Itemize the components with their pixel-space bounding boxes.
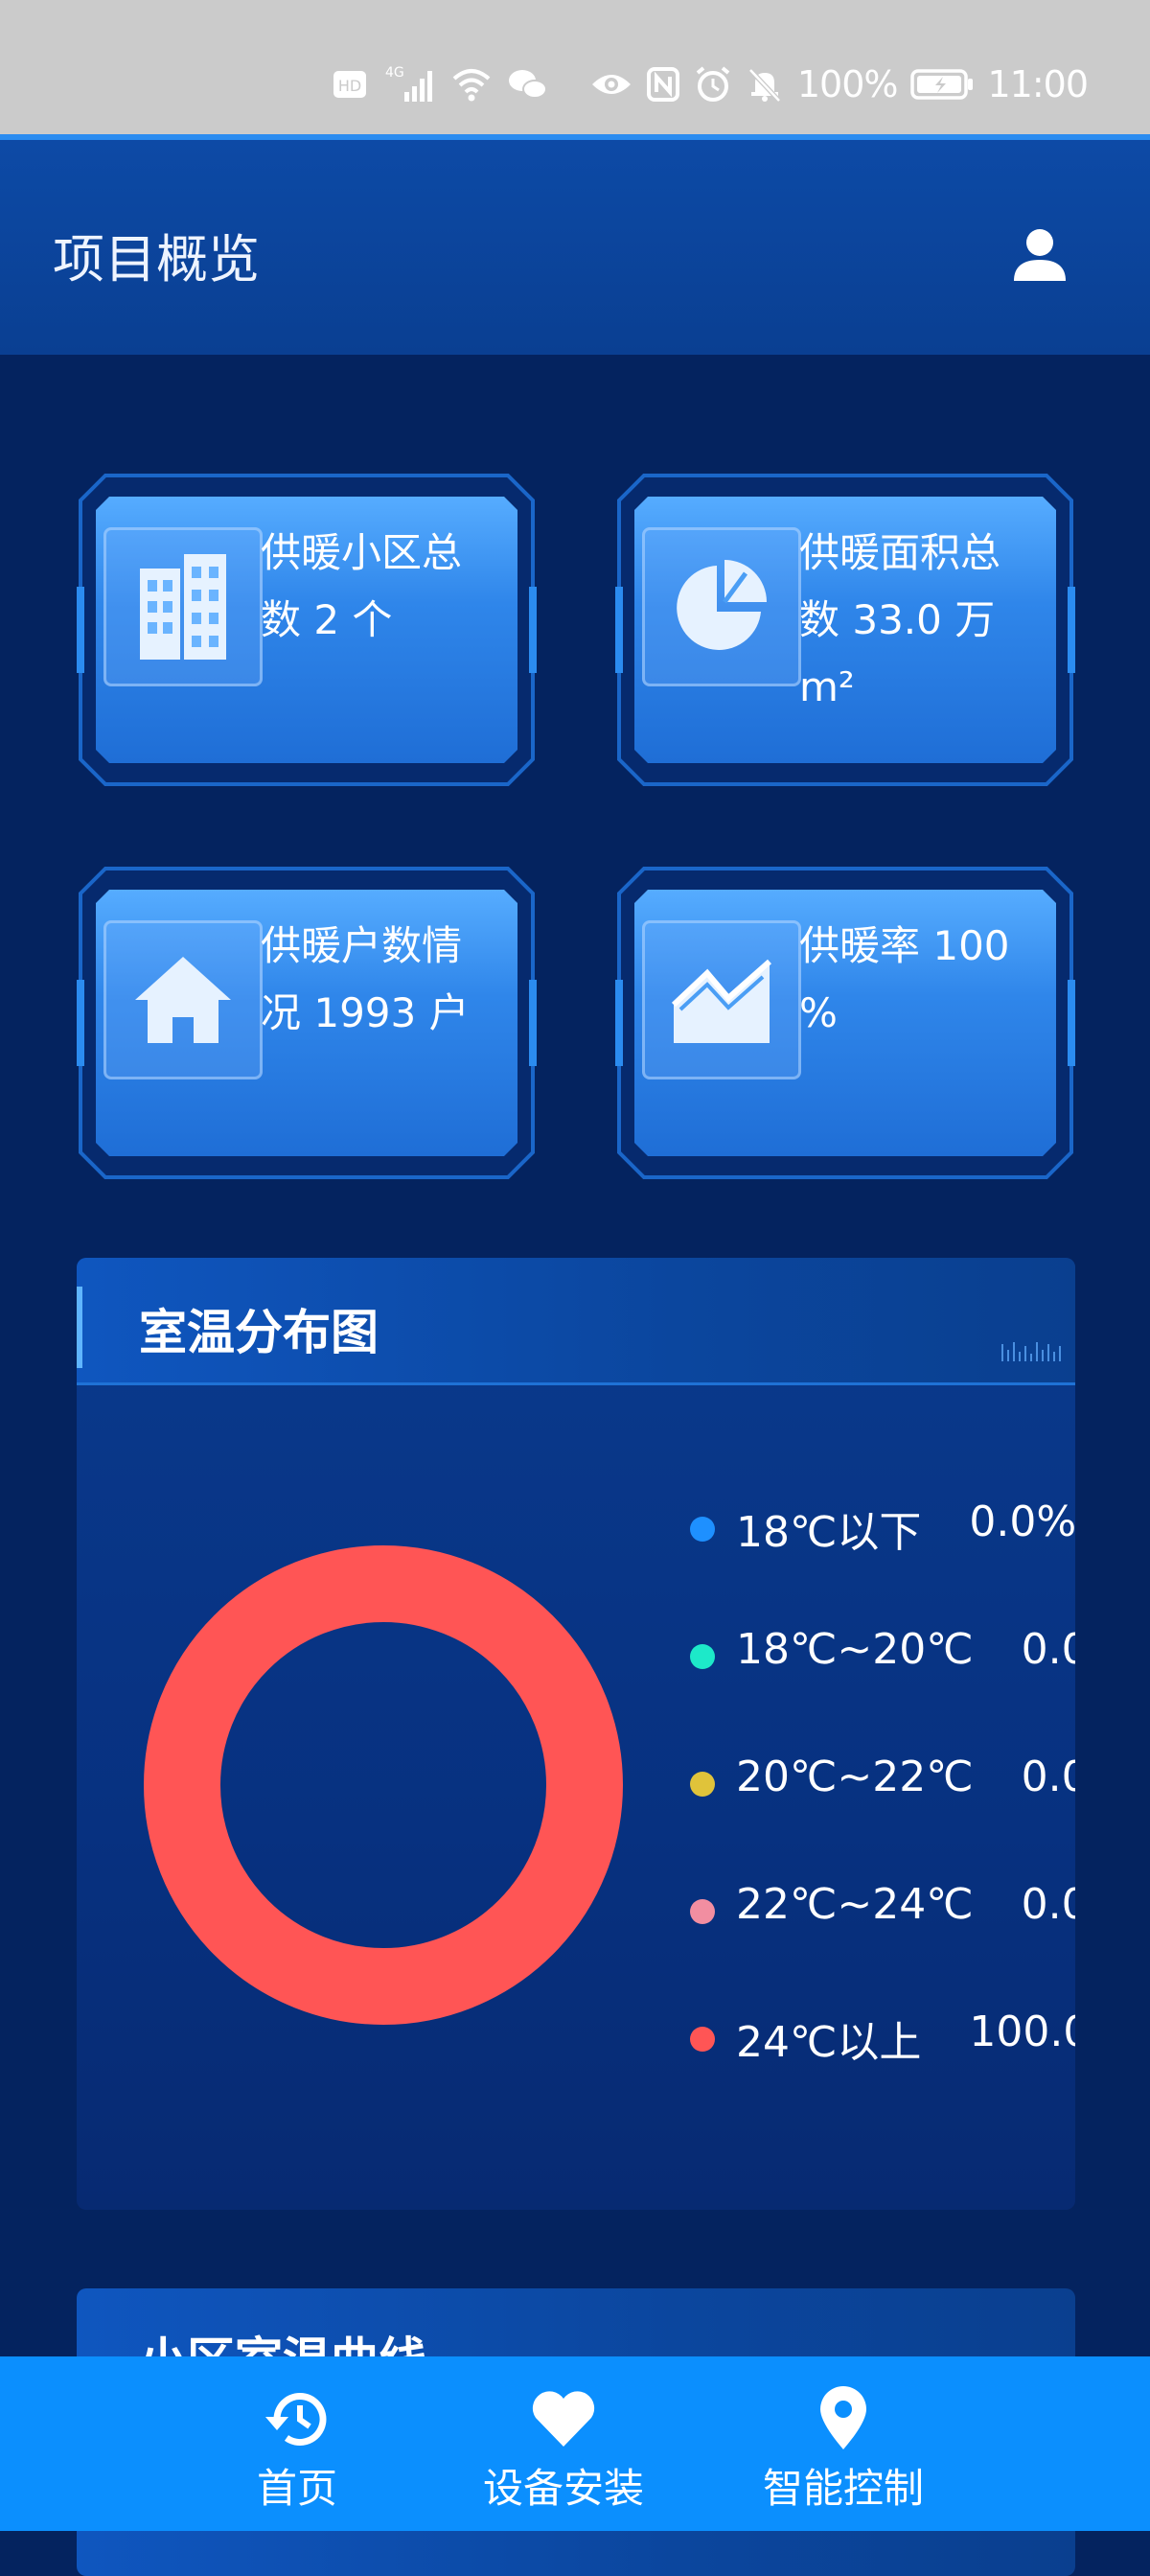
chart-legend: 18℃以下 0.0% 18℃~20℃ 0.0% 20℃~22℃ 0.0% 22℃~24℃ 0.… xyxy=(690,1497,1075,2135)
app-header: 项目概览 xyxy=(0,134,1150,355)
cellular-signal-icon: 4G xyxy=(383,63,437,105)
user-profile-icon[interactable] xyxy=(1006,221,1073,289)
mute-bell-icon xyxy=(746,65,784,104)
legend-dot xyxy=(690,1899,715,1924)
alarm-icon xyxy=(694,65,732,104)
heart-icon xyxy=(530,2385,597,2452)
panel-header: 室温分布图 xyxy=(77,1258,1075,1385)
legend-value: 0.0% xyxy=(1021,1880,1075,1929)
legend-item: 18℃~20℃ 0.0% xyxy=(690,1625,1075,1752)
location-pin-icon xyxy=(816,2385,870,2452)
stat-label: 供暖面积总数 33.0 万m² xyxy=(799,529,1001,710)
battery-percent: 100% xyxy=(796,63,899,105)
legend-dot xyxy=(690,1517,715,1542)
clock: 11:00 xyxy=(987,63,1089,105)
legend-dot xyxy=(690,2027,715,2052)
eye-icon xyxy=(590,65,632,104)
hd-icon: HD xyxy=(332,65,370,104)
temperature-donut-chart xyxy=(144,1545,623,2025)
stat-label: 供暖户数情况 1993 户 xyxy=(261,922,470,1036)
house-icon xyxy=(104,920,263,1079)
legend-label: 18℃以下 xyxy=(736,1508,922,1557)
legend-label: 22℃~24℃ xyxy=(736,1880,974,1929)
svg-text:4G: 4G xyxy=(385,65,404,81)
stat-label: 供暖率 100 % xyxy=(799,922,1010,1036)
nfc-icon xyxy=(646,65,680,104)
nav-label: 首页 xyxy=(256,2465,337,2512)
nav-home[interactable]: 首页 xyxy=(249,2356,345,2531)
bottom-navigation: 首页 设备安装 智能控制 xyxy=(0,2356,1150,2531)
history-icon xyxy=(264,2385,331,2452)
nav-device-install[interactable]: 设备安装 xyxy=(458,2356,669,2531)
stat-card-area[interactable]: 供暖面积总数 33.0 万m² xyxy=(615,472,1075,788)
legend-item: 22℃~24℃ 0.0% xyxy=(690,1880,1075,2007)
legend-item: 18℃以下 0.0% xyxy=(690,1497,1075,1625)
legend-dot xyxy=(690,1772,715,1797)
pie-chart-icon xyxy=(642,527,801,686)
stat-label: 供暖小区总数 2 个 xyxy=(261,529,463,643)
legend-value: 100.0% xyxy=(969,2007,1075,2056)
legend-label: 18℃~20℃ xyxy=(736,1625,974,1674)
nav-label: 设备安装 xyxy=(482,2465,644,2512)
battery-charging-icon xyxy=(910,65,974,104)
stat-card-communities[interactable]: 供暖小区总数 2 个 xyxy=(77,472,537,788)
status-icons: HD 4G 100% 11:00 xyxy=(332,56,1089,113)
legend-value: 0.0% xyxy=(1021,1752,1075,1801)
svg-text:HD: HD xyxy=(338,77,361,95)
temperature-distribution-panel: 室温分布图 18℃以下0.0%18℃~20℃0.0%20℃~22℃0.0%22℃… xyxy=(77,1258,1075,2210)
legend-dot xyxy=(690,1644,715,1669)
legend-label: 24℃以上 xyxy=(736,2018,922,2067)
nav-label: 智能控制 xyxy=(762,2465,924,2512)
decoration-icon xyxy=(1001,1342,1061,1361)
legend-item: 24℃以上 100.0% xyxy=(690,2007,1075,2135)
legend-value: 0.0% xyxy=(1021,1625,1075,1674)
wechat-icon xyxy=(506,65,550,104)
nav-smart-control[interactable]: 智能控制 xyxy=(738,2356,949,2531)
panel-title: 室温分布图 xyxy=(139,1305,379,1360)
legend-label: 20℃~22℃ xyxy=(736,1752,974,1801)
stat-card-heating-rate[interactable]: 供暖率 100 % xyxy=(615,865,1075,1181)
wifi-icon xyxy=(450,65,493,104)
page-title: 项目概览 xyxy=(53,229,260,290)
legend-value: 0.0% xyxy=(969,1497,1075,1546)
area-chart-icon xyxy=(642,920,801,1079)
donut-slice-4 xyxy=(144,1545,623,2025)
status-bar: HD 4G 100% 11:00 xyxy=(0,0,1150,134)
legend-item: 20℃~22℃ 0.0% xyxy=(690,1752,1075,1880)
building-icon xyxy=(104,527,263,686)
stat-card-households[interactable]: 供暖户数情况 1993 户 xyxy=(77,865,537,1181)
